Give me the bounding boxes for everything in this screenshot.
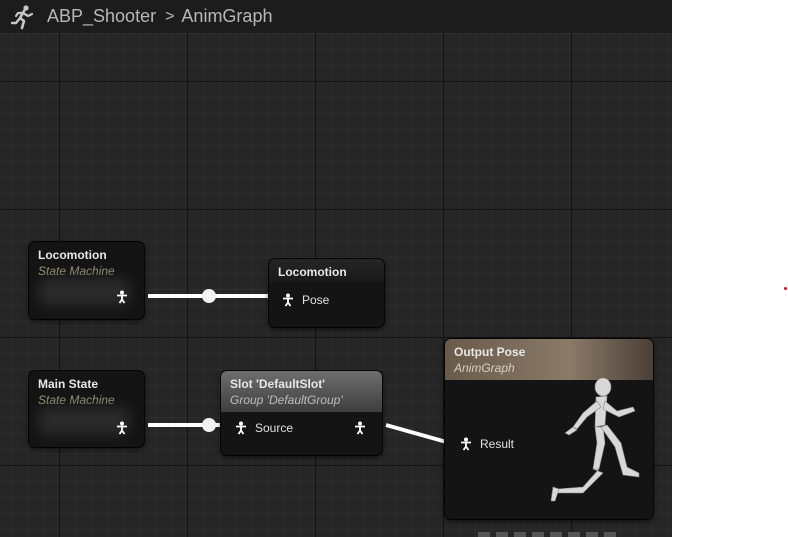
wire-slot-output bbox=[385, 423, 451, 445]
node-title: Locomotion bbox=[278, 265, 347, 279]
pin-label: Pose bbox=[302, 293, 330, 307]
pin-label: Source bbox=[255, 421, 294, 435]
pose-pin-icon bbox=[117, 290, 127, 304]
indicator bbox=[604, 532, 616, 537]
node-header: Locomotion State Machine bbox=[29, 242, 144, 283]
node-title: Slot 'DefaultSlot' bbox=[230, 377, 326, 391]
node-header: Slot 'DefaultSlot' Group 'DefaultGroup' bbox=[221, 371, 382, 412]
mannequin-running-icon bbox=[550, 377, 640, 502]
indicator bbox=[496, 532, 508, 537]
result-input-pin[interactable]: Result bbox=[459, 437, 514, 451]
locomotion-pose-node[interactable]: Locomotion Pose bbox=[269, 259, 384, 327]
pose-pin-icon bbox=[283, 293, 293, 307]
scrollbar-indicators bbox=[478, 532, 616, 537]
pose-output-pin[interactable] bbox=[353, 421, 367, 435]
locomotion-state-machine-node[interactable]: Locomotion State Machine bbox=[29, 242, 144, 319]
indicator bbox=[478, 532, 490, 537]
node-header: Main State State Machine bbox=[29, 371, 144, 412]
pose-output-pin[interactable] bbox=[115, 421, 129, 435]
source-input-pin[interactable]: Source bbox=[234, 421, 293, 435]
indicator bbox=[586, 532, 598, 537]
output-pose-node[interactable]: Output Pose AnimGraph Result bbox=[445, 339, 653, 519]
pose-input-pin[interactable]: Pose bbox=[281, 293, 329, 307]
node-title: Locomotion bbox=[38, 248, 107, 262]
wire-reroute-knot bbox=[202, 418, 216, 432]
node-subtitle: AnimGraph bbox=[454, 361, 515, 375]
indicator bbox=[514, 532, 526, 537]
pose-pin-icon bbox=[355, 421, 365, 435]
node-header: Locomotion bbox=[269, 259, 384, 282]
indicator bbox=[532, 532, 544, 537]
marker-dot bbox=[784, 287, 787, 290]
slot-node[interactable]: Slot 'DefaultSlot' Group 'DefaultGroup' … bbox=[221, 371, 382, 455]
pose-pin-icon bbox=[117, 421, 127, 435]
indicator bbox=[568, 532, 580, 537]
node-header: Output Pose AnimGraph bbox=[445, 339, 653, 380]
node-subtitle: Group 'DefaultGroup' bbox=[230, 393, 343, 407]
node-subtitle: State Machine bbox=[38, 393, 115, 407]
pin-label: Result bbox=[480, 437, 515, 451]
node-title: Output Pose bbox=[454, 345, 526, 359]
node-title: Main State bbox=[38, 377, 99, 391]
indicator bbox=[550, 532, 562, 537]
pose-pin-icon bbox=[461, 437, 471, 451]
main-state-machine-node[interactable]: Main State State Machine bbox=[29, 371, 144, 447]
pose-output-pin[interactable] bbox=[115, 290, 129, 304]
wire-reroute-knot bbox=[202, 289, 216, 303]
node-subtitle: State Machine bbox=[38, 264, 115, 278]
pose-pin-icon bbox=[236, 421, 246, 435]
anim-graph-canvas[interactable]: ABP_Shooter > AnimGraph Locomotion State… bbox=[0, 0, 672, 537]
